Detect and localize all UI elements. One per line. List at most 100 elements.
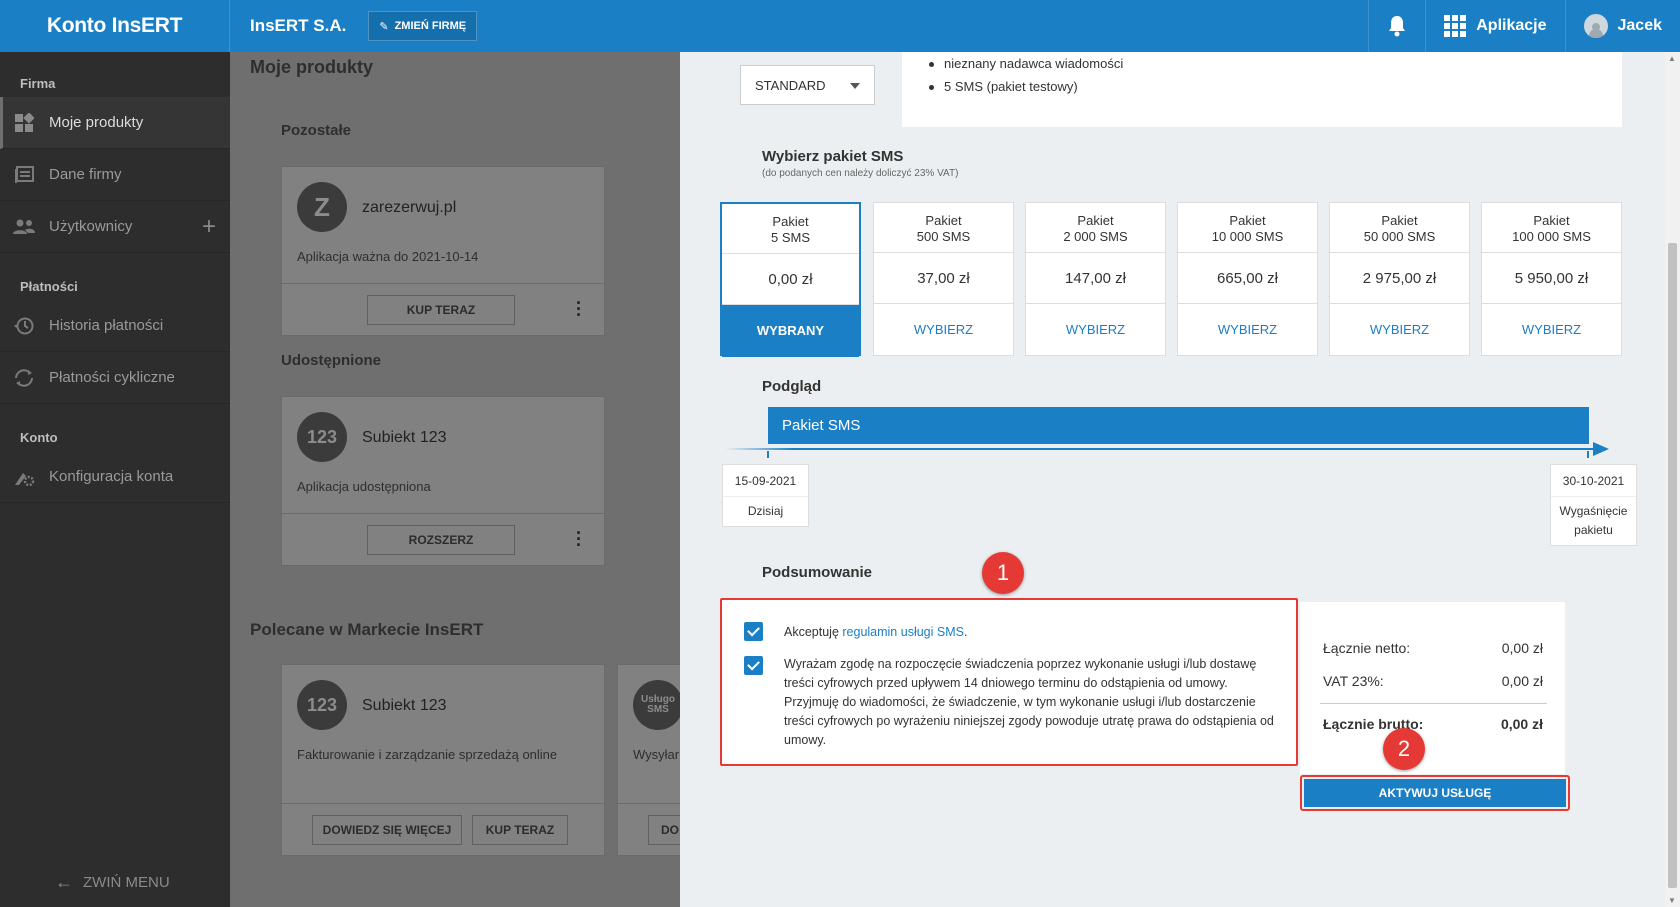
start-date-label: Dzisiaj	[747, 504, 784, 518]
package-line1: Pakiet	[772, 214, 809, 229]
package-line1: Pakiet	[1229, 213, 1266, 228]
package-card-5[interactable]: Pakiet 5 SMS 0,00 zł WYBRANY	[720, 202, 861, 357]
scroll-down-icon[interactable]: ▼	[1668, 896, 1676, 905]
vat-row: VAT 23%: 0,00 zł	[1323, 673, 1543, 689]
change-company-button[interactable]: ✎ ZMIEŃ FIRMĘ	[368, 11, 478, 41]
vat-value: 0,00 zł	[1501, 673, 1543, 689]
extend-button[interactable]: ROZSZERZ	[367, 525, 515, 555]
package-price: 5 950,00 zł	[1482, 253, 1621, 304]
package-price: 37,00 zł	[874, 253, 1013, 304]
sidebar-item-label: Płatności cykliczne	[49, 369, 175, 386]
sidebar-item-company-data[interactable]: Dane firmy	[0, 149, 230, 201]
top-bar: Konto InsERT InsERT S.A. ✎ ZMIEŃ FIRMĘ A…	[0, 0, 1680, 52]
users-icon	[12, 215, 36, 239]
package-line2: 5 SMS	[770, 230, 810, 245]
package-price: 147,00 zł	[1026, 253, 1165, 304]
app-logo[interactable]: Konto InsERT	[0, 0, 230, 52]
company-name: InsERT S.A.	[250, 16, 347, 35]
end-date-label-line: Wygaśnięcie	[1559, 504, 1628, 518]
sidebar-item-recurring-payments[interactable]: Płatności cykliczne	[0, 352, 230, 404]
collapse-menu-button[interactable]: ← ZWIŃ MENU	[55, 872, 170, 893]
sidebar: Firma Moje produkty Dane firmy Użytkowni…	[0, 52, 230, 907]
timeline-axis	[725, 448, 1595, 450]
package-choose-button[interactable]: WYBIERZ	[1026, 304, 1165, 356]
arrow-right-icon	[1593, 442, 1609, 456]
product-card-footer: DOWIEDZ SIĘ WIĘCEJ KUP TERAZ	[282, 803, 604, 855]
package-header: Pakiet 2 000 SMS	[1026, 203, 1165, 253]
page-title: Moje produkty	[250, 57, 374, 77]
package-card-10000[interactable]: Pakiet 10 000 SMS 665,00 zł WYBIERZ	[1177, 202, 1318, 356]
step-marker-1: 1	[982, 552, 1024, 594]
learn-more-button[interactable]: DOWIEDZ SIĘ WIĘCEJ	[312, 815, 462, 845]
sidebar-item-payment-history[interactable]: Historia płatności	[0, 300, 230, 352]
package-selected-button[interactable]: WYBRANY	[722, 305, 859, 357]
apps-button[interactable]: Aplikacje	[1425, 0, 1564, 52]
package-card-50000[interactable]: Pakiet 50 000 SMS 2 975,00 zł WYBIERZ	[1329, 202, 1470, 356]
section-shared-title: Udostępnione	[281, 352, 381, 369]
variant-select[interactable]: STANDARD	[740, 65, 875, 105]
consent-checkbox[interactable]	[744, 656, 763, 675]
end-date-label: Wygaśnięcie pakietu	[1551, 497, 1636, 545]
package-choose-button[interactable]: WYBIERZ	[1482, 304, 1621, 356]
more-options-icon[interactable]: · · ·	[576, 524, 582, 554]
sidebar-item-label: Dane firmy	[49, 166, 122, 183]
products-icon	[12, 111, 36, 135]
package-card-2000[interactable]: Pakiet 2 000 SMS 147,00 zł WYBIERZ	[1025, 202, 1166, 356]
variant-features: nieznany nadawca wiadomości 5 SMS (pakie…	[902, 52, 1622, 127]
package-line1: Pakiet	[1533, 213, 1570, 228]
packages-subtitle: (do podanych cen należy doliczyć 23% VAT…	[762, 168, 959, 179]
timeline-package-bar: Pakiet SMS	[768, 407, 1589, 444]
recurring-payments-icon	[12, 366, 36, 390]
product-title[interactable]: zarezerwuj.pl	[362, 199, 456, 217]
package-header: Pakiet 5 SMS	[722, 204, 859, 254]
package-card-100000[interactable]: Pakiet 100 000 SMS 5 950,00 zł WYBIERZ	[1481, 202, 1622, 356]
sidebar-section-firma: Firma	[20, 76, 56, 91]
panel-scrollbar[interactable]: ▲ ▼	[1665, 52, 1680, 907]
package-choose-button[interactable]: WYBIERZ	[874, 304, 1013, 356]
package-choose-button[interactable]: WYBIERZ	[1178, 304, 1317, 356]
product-desc: Aplikacja ważna do 2021-10-14	[297, 249, 479, 264]
user-menu[interactable]: Jacek	[1564, 0, 1680, 52]
company-data-icon	[12, 163, 36, 187]
summary-title: Podsumowanie	[762, 564, 873, 581]
package-header: Pakiet 10 000 SMS	[1178, 203, 1317, 253]
sidebar-section-payments: Płatności	[20, 279, 78, 294]
sidebar-item-account-config[interactable]: Konfiguracja konta	[0, 451, 230, 503]
scroll-up-icon[interactable]: ▲	[1668, 54, 1676, 63]
preview-title: Podgląd	[762, 378, 822, 395]
package-price: 665,00 zł	[1178, 253, 1317, 304]
price-summary: Łącznie netto: 0,00 zł VAT 23%: 0,00 zł …	[1300, 602, 1565, 774]
product-badge: 123	[297, 412, 347, 462]
arrow-left-icon: ←	[55, 872, 73, 892]
sidebar-section-account: Konto	[20, 430, 58, 445]
section-recommended-title: Polecane w Markecie InsERT	[250, 620, 484, 639]
gross-total-row: Łącznie brutto: 0,00 zł	[1323, 716, 1543, 732]
package-card-500[interactable]: Pakiet 500 SMS 37,00 zł WYBIERZ	[873, 202, 1014, 356]
section-other-title: Pozostałe	[281, 122, 352, 139]
scrollbar-thumb[interactable]	[1668, 243, 1677, 888]
notifications-button[interactable]	[1368, 0, 1425, 52]
package-choose-button[interactable]: WYBIERZ	[1330, 304, 1469, 356]
buy-now-button[interactable]: KUP TERAZ	[367, 295, 515, 325]
pencil-icon: ✎	[379, 20, 389, 33]
product-card-subiekt-shared: 123 Subiekt 123 Aplikacja udostępniona R…	[281, 396, 605, 566]
history-icon	[12, 314, 36, 338]
package-line2: 50 000 SMS	[1363, 229, 1436, 244]
product-badge: 123	[297, 680, 347, 730]
more-options-icon[interactable]: · · ·	[576, 294, 582, 324]
product-title[interactable]: Subiekt 123	[362, 697, 447, 715]
add-user-icon[interactable]: +	[202, 213, 216, 241]
sidebar-item-users[interactable]: Użytkownicy +	[0, 201, 230, 253]
consents-box: Akceptuję regulamin usługi SMS. Wyrażam …	[720, 598, 1298, 766]
accept-terms-checkbox[interactable]	[744, 622, 763, 641]
sidebar-item-my-products[interactable]: Moje produkty	[0, 97, 230, 149]
product-title[interactable]: Subiekt 123	[362, 429, 447, 447]
buy-now-button[interactable]: KUP TERAZ	[472, 815, 568, 845]
terms-link[interactable]: regulamin usługi SMS	[842, 625, 964, 639]
activate-service-button[interactable]: AKTYWUJ USŁUGĘ	[1304, 779, 1566, 807]
net-total-value: 0,00 zł	[1501, 640, 1543, 656]
sidebar-item-label: Użytkownicy	[49, 218, 133, 235]
sidebar-item-label: Historia płatności	[49, 317, 164, 334]
package-line1: Pakiet	[1381, 213, 1418, 228]
product-badge: Usługo SMS	[633, 680, 683, 730]
